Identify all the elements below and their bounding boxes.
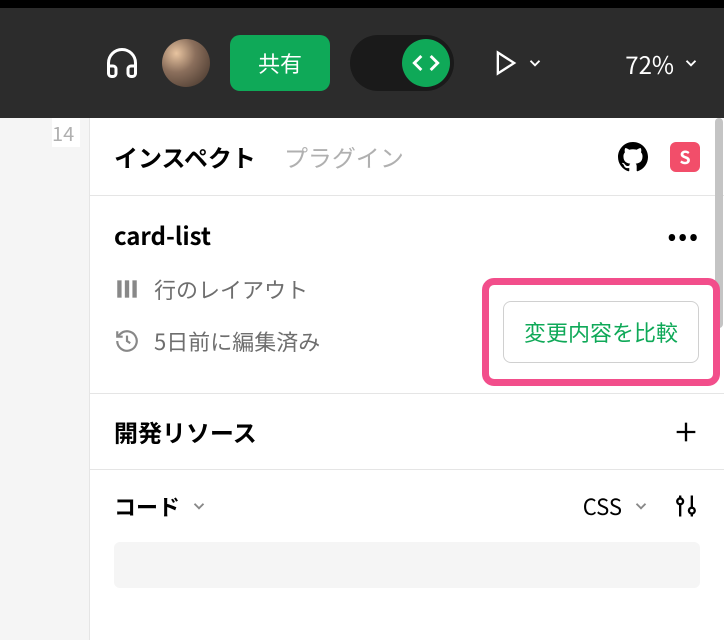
github-icon[interactable] — [618, 142, 648, 172]
panel-tabs: インスペクト プラグイン S — [90, 118, 724, 196]
more-menu[interactable]: ••• — [667, 216, 700, 253]
zoom-value: 72% — [625, 46, 674, 81]
dev-resources-title: 開発リソース — [114, 414, 257, 449]
tab-plugins[interactable]: プラグイン — [284, 139, 404, 174]
edited-label: 5日前に編集済み — [154, 325, 320, 357]
storybook-badge[interactable]: S — [670, 142, 700, 172]
lang-dropdown-icon — [632, 497, 650, 515]
headphones-icon[interactable] — [102, 43, 142, 83]
selection-name: card-list — [114, 217, 211, 252]
inspect-panel: インスペクト プラグイン S card-list ••• 行のレイアウト 5日前… — [90, 118, 724, 640]
selection-section: card-list ••• 行のレイアウト 5日前に編集済み 変更内容を比較 — [90, 196, 724, 394]
canvas-area[interactable] — [0, 118, 90, 640]
code-dropdown-icon[interactable] — [190, 497, 208, 515]
frame-number: 14 — [52, 118, 80, 147]
code-output[interactable] — [114, 542, 700, 588]
lang-label: CSS — [583, 490, 622, 522]
lang-selector[interactable]: CSS — [583, 490, 650, 522]
present-button[interactable] — [492, 49, 544, 77]
tab-inspect[interactable]: インスペクト — [114, 139, 256, 174]
devmode-icon — [402, 39, 450, 87]
compare-changes-button[interactable]: 変更内容を比較 — [503, 301, 699, 363]
history-icon — [114, 328, 140, 354]
add-resource-icon[interactable] — [672, 418, 700, 446]
autolayout-icon — [114, 276, 140, 302]
code-section: コード CSS — [90, 470, 724, 608]
user-avatar[interactable] — [162, 39, 210, 87]
app-topbar: 共有 72% — [0, 0, 724, 118]
devmode-toggle[interactable] — [350, 35, 454, 91]
code-settings-icon[interactable] — [672, 492, 700, 520]
share-button[interactable]: 共有 — [230, 35, 330, 91]
code-title: コード — [114, 490, 180, 522]
zoom-control[interactable]: 72% — [625, 46, 700, 81]
dev-resources-section: 開発リソース — [90, 394, 724, 470]
layout-label: 行のレイアウト — [154, 273, 308, 305]
compare-highlight: 変更内容を比較 — [482, 278, 720, 386]
